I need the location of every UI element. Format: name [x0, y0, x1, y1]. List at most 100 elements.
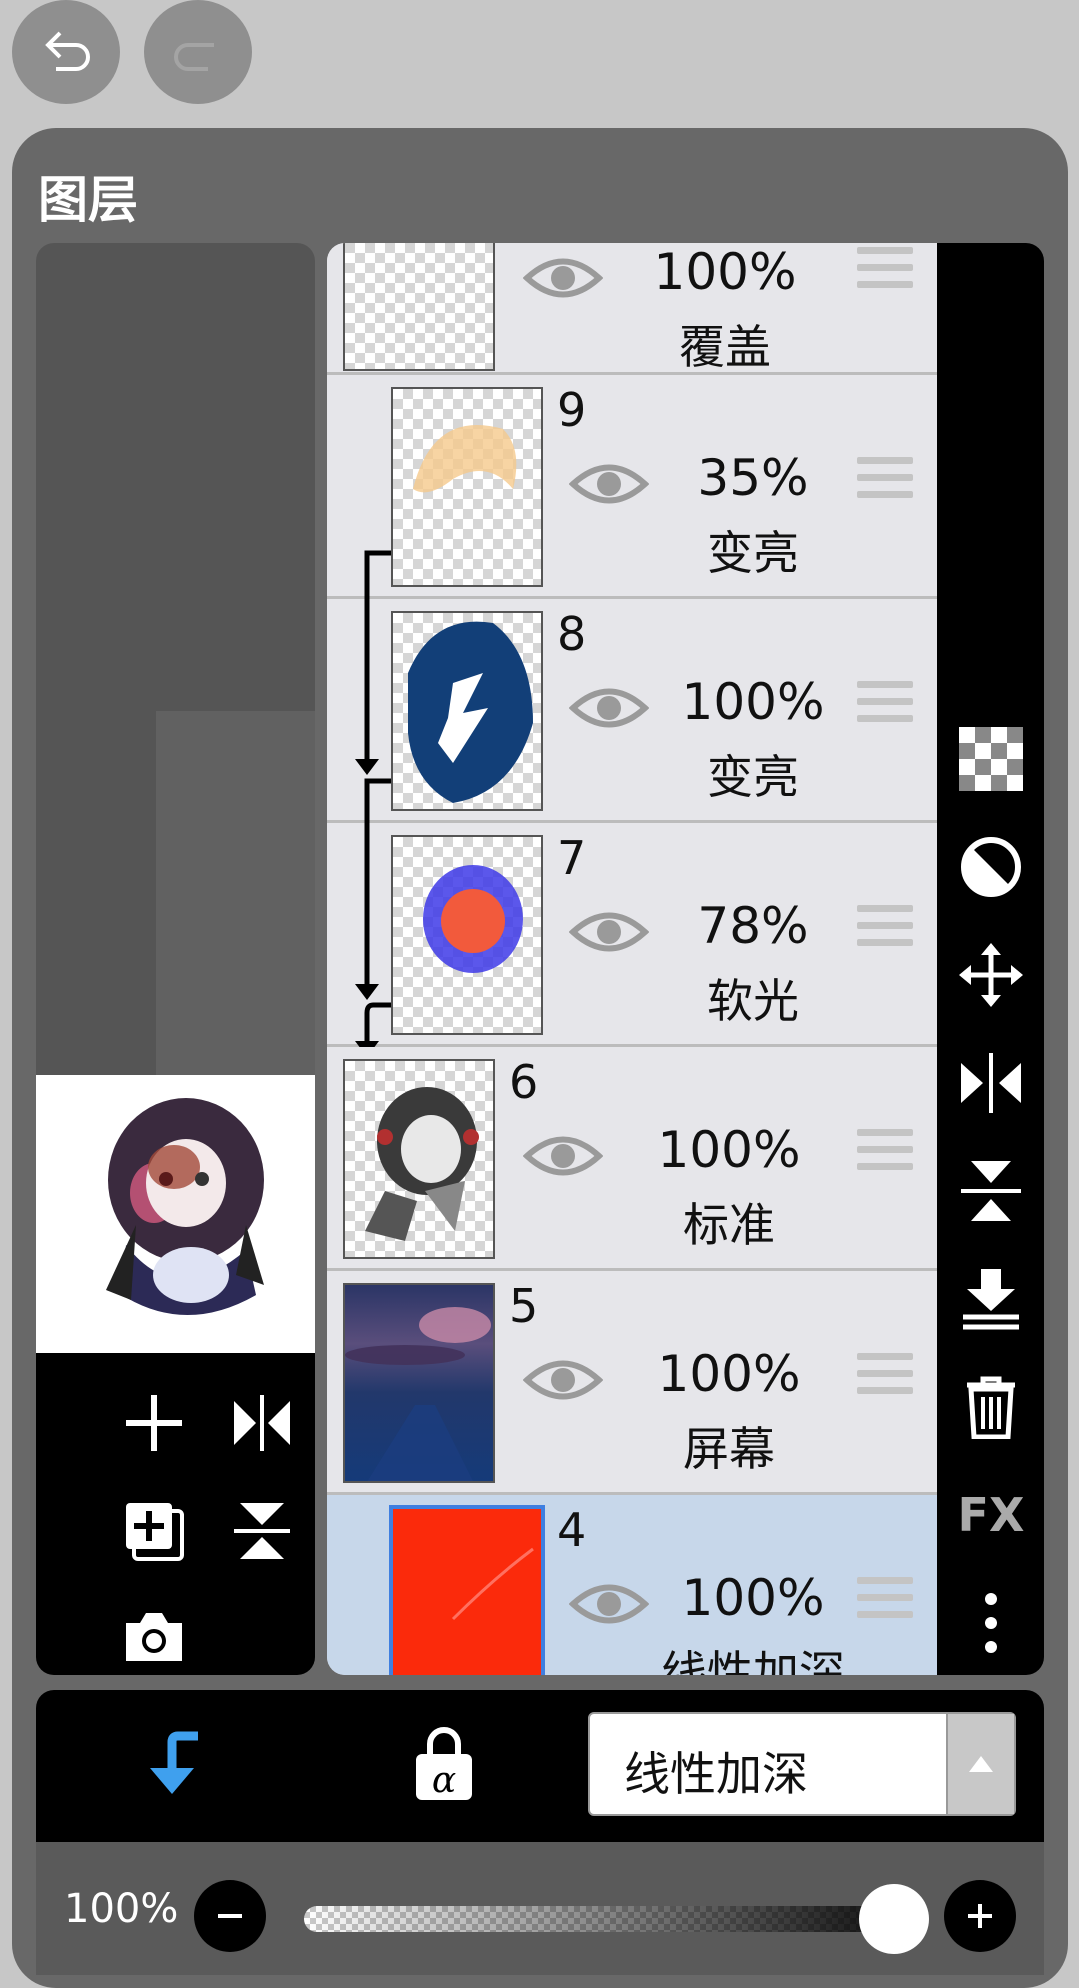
flip-vertical-icon	[234, 1503, 290, 1559]
more-icon	[985, 1593, 997, 1653]
layer-number: 6	[509, 1055, 539, 1109]
layer-opacity: 100%	[681, 1569, 825, 1627]
blend-mode-dropdown-toggle[interactable]	[946, 1714, 1014, 1814]
drag-handle-icon[interactable]	[857, 681, 913, 729]
layer-number: 9	[557, 383, 587, 437]
flip-horizontal-icon	[961, 1053, 1021, 1113]
layer-thumbnail	[343, 1059, 495, 1259]
eye-icon[interactable]	[569, 459, 649, 509]
layer-opacity: 100%	[653, 243, 797, 301]
layer-thumbnail	[389, 1505, 545, 1675]
fx-button[interactable]: FX	[955, 1479, 1027, 1551]
drag-handle-icon[interactable]	[857, 247, 913, 295]
opacity-slider-track[interactable]	[304, 1906, 904, 1932]
undo-icon	[45, 31, 90, 71]
move-button[interactable]	[955, 939, 1027, 1011]
eye-icon[interactable]	[569, 1579, 649, 1629]
drag-handle-icon[interactable]	[857, 1577, 913, 1625]
blend-bar: α 线性加深	[36, 1690, 1044, 1842]
opacity-decrease-button[interactable]	[194, 1880, 266, 1952]
layer-row[interactable]: 5 100% 屏幕	[327, 1271, 937, 1495]
flip-vertical-button[interactable]	[222, 1491, 302, 1571]
more-options-button[interactable]	[955, 1587, 1027, 1659]
panel-title: 图层	[38, 171, 138, 229]
camera-icon	[126, 1613, 182, 1661]
layer-row[interactable]: 6 100% 标准	[327, 1047, 937, 1271]
layer-blend-mode: 变亮	[707, 526, 799, 580]
merge-down-button[interactable]	[955, 1263, 1027, 1335]
plus-icon	[126, 1395, 182, 1451]
character-thumbnail-image	[106, 1098, 264, 1315]
layer-blend-mode: 标准	[683, 1198, 775, 1252]
move-icon	[959, 943, 1023, 1007]
redo-button[interactable]	[144, 0, 252, 104]
layer-row[interactable]: 8 100% 变亮	[327, 599, 937, 823]
layer-blend-mode: 软光	[707, 974, 799, 1028]
minus-icon	[218, 1914, 242, 1918]
layer-opacity: 100%	[657, 1345, 801, 1403]
layer-row[interactable]: 100% 覆盖	[327, 243, 937, 375]
right-toolbar: FX	[937, 243, 1044, 1675]
flip-horizontal-icon	[234, 1395, 290, 1451]
redo-icon	[174, 43, 214, 71]
duplicate-icon	[126, 1503, 184, 1561]
drag-handle-icon[interactable]	[857, 1353, 913, 1401]
layer-opacity: 35%	[697, 449, 809, 507]
trash-icon	[967, 1376, 1015, 1439]
drag-handle-icon[interactable]	[857, 457, 913, 505]
eye-icon[interactable]	[523, 253, 603, 303]
layer-thumbnail	[391, 611, 543, 811]
drag-handle-icon[interactable]	[857, 1129, 913, 1177]
opacity-bar: 100%	[36, 1842, 1044, 1975]
left-toolbar	[36, 1353, 315, 1675]
opacity-increase-button[interactable]	[944, 1880, 1016, 1952]
flip-horizontal-layer-button[interactable]	[955, 1047, 1027, 1119]
duplicate-layer-button[interactable]	[114, 1491, 194, 1571]
layer-thumbnail	[391, 387, 543, 587]
layer-row[interactable]: 9 35% 变亮	[327, 375, 937, 599]
layer-blend-mode: 变亮	[707, 750, 799, 804]
checkerboard-icon	[959, 727, 1023, 791]
flip-vertical-layer-button[interactable]	[955, 1155, 1027, 1227]
alpha-lock-button[interactable]: α	[414, 1726, 474, 1806]
layer-thumbnail	[391, 835, 543, 1035]
clipping-button[interactable]	[140, 1728, 204, 1804]
eye-icon[interactable]	[523, 1131, 603, 1181]
delete-layer-button[interactable]	[955, 1371, 1027, 1443]
layer-list[interactable]: 100% 覆盖 9 35% 变亮 8 100% 变亮 7 78% 软光 6 10…	[327, 243, 937, 1675]
eye-icon[interactable]	[569, 907, 649, 957]
layer-row[interactable]: 7 78% 软光	[327, 823, 937, 1047]
drag-handle-icon[interactable]	[857, 905, 913, 953]
plus-icon	[968, 1904, 992, 1928]
layer-number: 4	[557, 1503, 587, 1557]
clipping-arrow-icon	[150, 1731, 198, 1794]
eye-icon[interactable]	[569, 683, 649, 733]
canvas-preview	[36, 243, 315, 1675]
caret-up-icon	[969, 1756, 993, 1772]
blend-mode-value: 线性加深	[624, 1747, 808, 1801]
undo-button[interactable]	[12, 0, 120, 104]
layer-blend-mode: 线性加深	[661, 1646, 845, 1675]
layer-blend-mode: 覆盖	[679, 320, 771, 374]
adjust-icon	[961, 837, 1021, 897]
eye-icon[interactable]	[523, 1355, 603, 1405]
transparency-button[interactable]	[955, 723, 1027, 795]
layer-number: 8	[557, 607, 587, 661]
layer-blend-mode: 屏幕	[683, 1422, 775, 1476]
opacity-label: 100%	[64, 1886, 179, 1932]
add-layer-button[interactable]	[114, 1383, 194, 1463]
camera-button[interactable]	[114, 1597, 194, 1675]
alpha-lock-icon: α	[416, 1727, 472, 1801]
layer-opacity: 78%	[697, 897, 809, 955]
layer-row-selected[interactable]: 4 100% 线性加深	[327, 1495, 937, 1675]
layer-number: 5	[509, 1279, 539, 1333]
blend-mode-select[interactable]: 线性加深	[588, 1712, 1016, 1816]
layer-number: 7	[557, 831, 587, 885]
flip-horizontal-button[interactable]	[222, 1383, 302, 1463]
merge-down-icon	[963, 1269, 1019, 1330]
opacity-slider-thumb[interactable]	[859, 1884, 929, 1954]
layer-thumbnail	[343, 1283, 495, 1483]
layer-opacity: 100%	[681, 673, 825, 731]
adjust-button[interactable]	[955, 831, 1027, 903]
layer-preview-thumbnail	[36, 1075, 315, 1353]
